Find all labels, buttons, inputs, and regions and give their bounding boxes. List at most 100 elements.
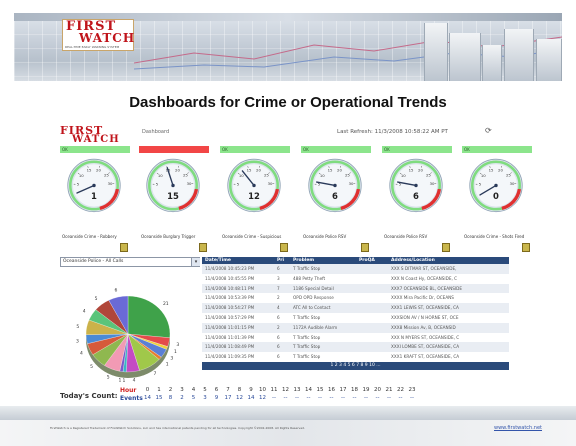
logo-watch-text: WATCH bbox=[79, 31, 136, 45]
gauge-value: 0 bbox=[493, 191, 499, 201]
event-count-cell: -- bbox=[306, 395, 311, 401]
footer-area bbox=[0, 420, 576, 446]
hour-cell: 19 bbox=[362, 387, 370, 393]
hour-row-label: Hour bbox=[120, 387, 137, 394]
gauge-dial: 51015 2025300 bbox=[469, 158, 523, 213]
table-cell: 11/4/2008 10:57:29 PM bbox=[205, 315, 255, 320]
gauge-card[interactable]: OK 5 10 15 20 25 30 6 Oceanside Police RSV bbox=[382, 146, 452, 252]
dashboard-logo-watch: WATCH bbox=[72, 134, 120, 145]
table-cell: XXX1 LEWIS ST, OCEANSIDE, CA bbox=[391, 305, 459, 311]
table-cell: T Traffic Stop bbox=[293, 344, 321, 350]
chevron-down-icon[interactable]: ▾ bbox=[191, 258, 200, 266]
col-header-datetime[interactable]: Date/Time bbox=[205, 257, 231, 264]
building bbox=[424, 23, 448, 81]
gauge-status-label: OK bbox=[62, 147, 68, 152]
gauge-status-bar: OK bbox=[220, 146, 290, 153]
event-count-cell: 2 bbox=[180, 395, 184, 401]
table-cell: 11/4/2008 11:08:49 PM bbox=[205, 344, 255, 350]
table-cell: 11/4/2008 10:45:23 PM bbox=[205, 266, 255, 271]
hour-cell: 12 bbox=[282, 387, 289, 393]
gauge-tick-label: 15 bbox=[489, 167, 494, 172]
event-count-cell: 8 bbox=[168, 395, 173, 401]
table-row[interactable]: 11/4/2008 10:57:29 PM 6 T Traffic Stop XXXS… bbox=[202, 313, 509, 323]
table-row[interactable]: 11/4/2008 11:01:15 PM 2 1172A Audible Alar… bbox=[202, 322, 509, 333]
gauge-value: 6 bbox=[332, 191, 338, 201]
hour-cell: 9 bbox=[249, 387, 253, 393]
building bbox=[536, 39, 562, 81]
table-row[interactable]: 11/4/2008 10:45:55 PM 3 488 Petty Theft XXX… bbox=[202, 273, 509, 284]
footer-link[interactable]: www.firstwatch.net bbox=[494, 425, 542, 431]
refresh-icon[interactable]: ⟳ bbox=[485, 127, 492, 135]
hour-cell: 2 bbox=[168, 387, 173, 393]
clipboard-icon[interactable] bbox=[522, 243, 530, 252]
event-count-cell: -- bbox=[318, 395, 322, 401]
gauge-dial: 51015 2025306 bbox=[308, 158, 362, 213]
clipboard-icon[interactable] bbox=[442, 243, 450, 252]
event-count-cell: -- bbox=[398, 395, 403, 401]
gauge-status-bar: OK bbox=[301, 146, 371, 153]
gauge-card[interactable]: 5101520253015Oceanside Burglary Trigger bbox=[139, 146, 209, 252]
hour-cell: 18 bbox=[351, 387, 358, 393]
clipboard-icon[interactable] bbox=[120, 243, 128, 252]
pie-label: 4 bbox=[80, 351, 83, 357]
gauge-value: 12 bbox=[248, 191, 260, 201]
gauge-value: 15 bbox=[167, 191, 179, 201]
event-count-cell: -- bbox=[387, 395, 391, 401]
table-row[interactable]: 11/4/2008 10:53:39 PM 2 OPD OPD Response XX… bbox=[202, 293, 509, 304]
clipboard-icon[interactable] bbox=[280, 243, 288, 252]
event-count-cell: 9 bbox=[214, 395, 219, 401]
gauge-dial: 51015 2025301 bbox=[67, 158, 121, 213]
table-cell: XXX8 Mission Av, B, OCEANSID bbox=[391, 324, 456, 330]
pager-links[interactable]: 1 2 3 4 5 6 7 8 9 10 ... bbox=[202, 362, 509, 370]
event-count-cell: 15 bbox=[155, 395, 163, 401]
clipboard-icon[interactable] bbox=[199, 243, 207, 252]
hour-cell: 8 bbox=[237, 387, 242, 393]
table-row[interactable]: 11/4/2008 10:48:11 PM 7 1186 Special Detai… bbox=[202, 283, 509, 294]
hour-cell: 15 bbox=[316, 387, 324, 393]
gauge-value: 6 bbox=[413, 191, 419, 201]
pie-label: 21 bbox=[163, 301, 169, 307]
table-cell: 6 bbox=[277, 266, 280, 271]
table-cell: 1172A Audible Alarm bbox=[293, 324, 338, 330]
pie-label: 5 bbox=[95, 296, 98, 302]
last-refresh-text: Last Refresh: 11/3/2008 10:58:22 AM PT bbox=[337, 129, 448, 135]
gauge-tick-label: 10 bbox=[401, 173, 406, 178]
table-cell: 11/4/2008 10:48:11 PM bbox=[205, 285, 255, 291]
gauge-card[interactable]: OK 5 10 15 20 25 30 12 Oceanside Crime - Suspici… bbox=[220, 146, 290, 252]
gauge-tick-label: 10 bbox=[320, 173, 325, 178]
gauge-card[interactable]: OK 5 10 15 20 25 30 6 Oceanside Police RSV bbox=[301, 146, 371, 252]
col-header-problem[interactable]: Problem bbox=[293, 257, 314, 264]
table-row[interactable]: 11/4/2008 11:01:39 PM 6 T Traffic Stop XXX … bbox=[202, 332, 509, 343]
table-cell: 2 bbox=[277, 324, 280, 330]
gauge-card[interactable]: OK 5 10 15 20 25 30 0 Oceanside Crime - Shots Fi… bbox=[462, 146, 532, 252]
table-cell: 11/4/2008 10:53:39 PM bbox=[205, 295, 255, 301]
slide-title: Dashboards for Crime or Operational Tren… bbox=[129, 94, 447, 111]
table-row[interactable]: 11/4/2008 10:45:23 PM 6 T Traffic Stop XXX … bbox=[202, 264, 509, 274]
pie-label: 7 bbox=[154, 371, 157, 377]
gauge-tick-label: 30 bbox=[430, 181, 435, 186]
gauge-card[interactable]: OK 5 10 15 20 25 30 1 Oceanside Crime - Robbery bbox=[60, 146, 130, 252]
call-filter-select[interactable]: Oceanside Police - All Calls ▾ bbox=[60, 257, 200, 267]
table-row[interactable]: 11/4/2008 11:08:49 PM 6 T Traffic Stop XXXI… bbox=[202, 342, 509, 353]
dashboard-logo: FIRST WATCH bbox=[60, 125, 140, 147]
gauge-name: Oceanside Police RSV bbox=[384, 234, 428, 239]
table-cell: T Traffic Stop bbox=[293, 334, 321, 340]
table-row[interactable]: 11/4/2008 10:54:27 PM 4 ATC All to Contact… bbox=[202, 303, 509, 313]
table-cell: 4 bbox=[277, 305, 280, 311]
hour-cell: 0 bbox=[145, 387, 150, 393]
col-header-proqa[interactable]: ProQA bbox=[359, 257, 375, 264]
col-header-address[interactable]: Address/Location bbox=[391, 257, 435, 264]
table-cell: 1186 Special Detail bbox=[293, 285, 334, 291]
table-cell: XXX1 KRAFT ST, OCEANSIDE, CA bbox=[391, 354, 460, 360]
gauge-dial: 51015 2025306 bbox=[389, 158, 443, 213]
hour-cell: 13 bbox=[293, 387, 301, 393]
table-row[interactable]: 11/4/2008 11:09:35 PM 6 T Traffic Stop XXX1… bbox=[202, 352, 509, 362]
event-count-cell: 14 bbox=[144, 395, 151, 401]
gauge-status-label: OK bbox=[222, 147, 228, 152]
gauge-name: Oceanside Crime - Robbery bbox=[62, 234, 117, 239]
pie-label: 1 bbox=[174, 349, 177, 355]
clipboard-icon[interactable] bbox=[361, 243, 369, 252]
building bbox=[482, 45, 502, 81]
col-header-pri[interactable]: Pri bbox=[277, 257, 284, 264]
table-pager[interactable]: 1 2 3 4 5 6 7 8 9 10 ... bbox=[202, 362, 509, 370]
